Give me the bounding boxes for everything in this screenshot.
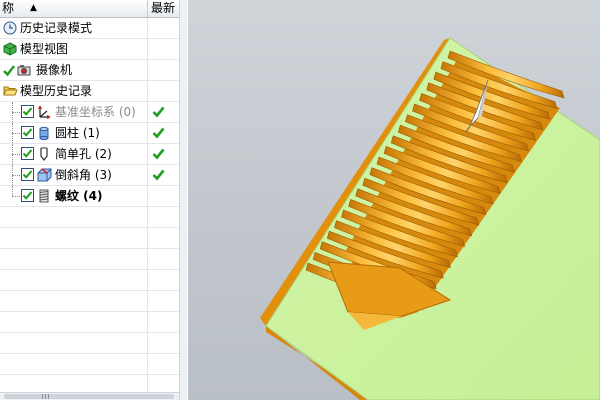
- tree-node-history-mode[interactable]: 历史记录模式: [0, 18, 179, 39]
- feature-checkbox[interactable]: [21, 105, 34, 118]
- hole-icon: [37, 147, 51, 161]
- tree-node-model-view[interactable]: 模型视图: [0, 39, 179, 60]
- tree-node-model-history[interactable]: 模型历史记录: [0, 81, 179, 102]
- sort-ascending-icon[interactable]: ▲: [30, 0, 37, 17]
- up-to-date-check-icon: [152, 168, 165, 184]
- navigator-horizontal-scrollbar[interactable]: [0, 392, 179, 400]
- scrollbar-thumb[interactable]: [4, 394, 174, 399]
- tree-node-label: 摄像机: [36, 63, 73, 77]
- up-to-date-check-icon: [152, 105, 165, 121]
- column-header-latest[interactable]: 最新: [151, 0, 175, 17]
- column-header-name[interactable]: 称: [2, 0, 14, 17]
- tree-node-label: 倒斜角 (3): [55, 168, 112, 182]
- feature-checkbox[interactable]: [21, 126, 34, 139]
- graphics-viewport[interactable]: [188, 0, 600, 400]
- tree-node-camera[interactable]: 摄像机: [0, 60, 179, 81]
- tree-node-label: 模型历史记录: [20, 84, 93, 98]
- column-divider[interactable]: [147, 0, 148, 17]
- tree-node-label: 简单孔 (2): [55, 147, 112, 161]
- tree-node-thread[interactable]: 螺纹 (4): [0, 186, 179, 207]
- empty-row: [0, 228, 179, 249]
- cylinder-icon: [37, 126, 51, 141]
- model-view-icon: [3, 42, 17, 56]
- tree-node-label: 基准坐标系 (0): [55, 105, 136, 119]
- navigator-header: 称 ▲ 最新: [0, 0, 179, 18]
- folder-open-icon: [3, 84, 18, 98]
- up-to-date-check-icon: [152, 126, 165, 142]
- datum-csys-icon: [37, 105, 51, 119]
- empty-row: [0, 249, 179, 270]
- tree-node-label: 螺纹 (4): [55, 189, 103, 203]
- empty-row: [0, 291, 179, 312]
- tree-node-simple-hole[interactable]: 简单孔 (2): [0, 144, 179, 165]
- feature-checkbox[interactable]: [21, 147, 34, 160]
- camera-icon: [17, 63, 31, 77]
- clock-icon: [3, 21, 17, 35]
- empty-row: [0, 207, 179, 228]
- up-to-date-check-icon: [152, 147, 165, 163]
- tree-node-datum-csys[interactable]: 基准坐标系 (0): [0, 102, 179, 123]
- threaded-part-model[interactable]: [188, 0, 600, 400]
- empty-row: [0, 270, 179, 291]
- empty-row: [0, 333, 179, 354]
- tree-node-label: 历史记录模式: [20, 21, 93, 35]
- scrollbar-grip-icon: [42, 394, 50, 399]
- thread-icon: [37, 189, 51, 203]
- check-icon: [3, 63, 15, 77]
- tree-node-label: 模型视图: [20, 42, 69, 56]
- empty-row: [0, 312, 179, 333]
- tree-node-label: 圆柱 (1): [55, 126, 100, 140]
- chamfer-icon: [37, 168, 52, 182]
- navigator-tree: 历史记录模式 模型视图 摄像机 模型历史记录 基准坐标系 (0) 圆柱 (1) …: [0, 18, 179, 396]
- feature-checkbox[interactable]: [21, 168, 34, 181]
- feature-checkbox[interactable]: [21, 189, 34, 202]
- tree-node-chamfer[interactable]: 倒斜角 (3): [0, 165, 179, 186]
- navigator-vertical-scrollbar[interactable]: [179, 0, 187, 400]
- empty-row: [0, 354, 179, 375]
- part-navigator: 称 ▲ 最新 历史记录模式 模型视图 摄像机 模型历史记录 基准坐标系 (0) …: [0, 0, 187, 400]
- tree-node-cylinder[interactable]: 圆柱 (1): [0, 123, 179, 144]
